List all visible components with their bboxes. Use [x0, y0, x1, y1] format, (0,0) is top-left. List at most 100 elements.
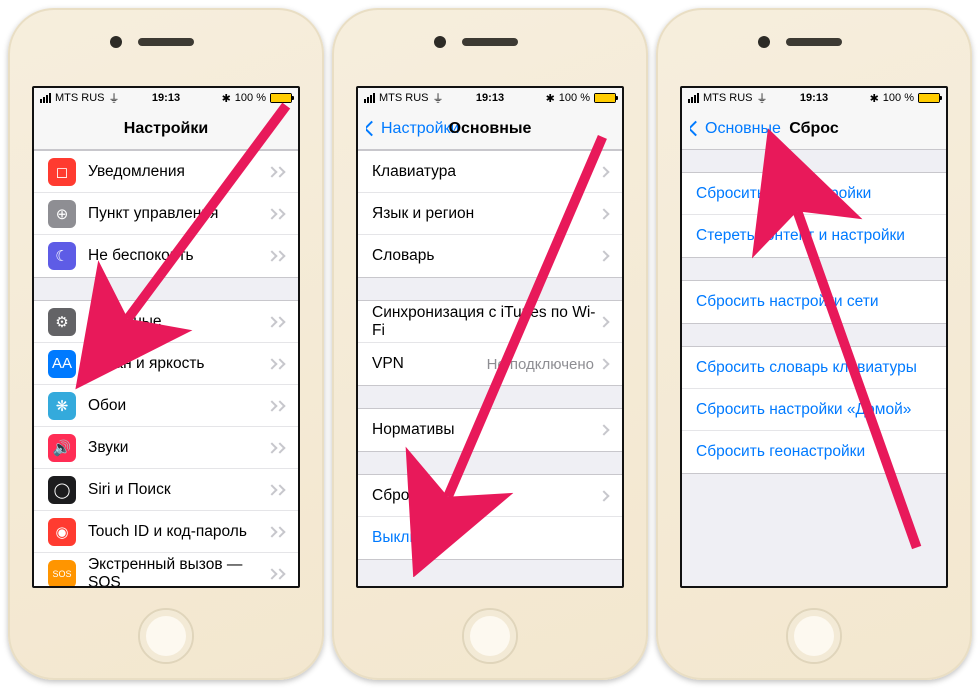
home-button[interactable] — [138, 608, 194, 664]
status-time: 19:13 — [152, 92, 180, 104]
list-row[interactable]: Выключить — [358, 517, 622, 559]
row-label: Touch ID и код-пароль — [88, 523, 268, 541]
list-row[interactable]: ◻︎ Уведомления — [34, 151, 298, 193]
chevron-right-icon — [274, 358, 285, 369]
list-row[interactable]: Клавиатура — [358, 151, 622, 193]
row-label: Не беспокоить — [88, 247, 268, 265]
page-title: Настройки — [124, 120, 208, 138]
chevron-left-icon — [690, 121, 703, 137]
battery-pct: 100 % — [235, 92, 266, 104]
status-time: 19:13 — [800, 92, 828, 104]
page-title: Основные — [449, 120, 532, 138]
list-row[interactable]: Синхронизация с iTunes по Wi-Fi — [358, 301, 622, 343]
siri-icon: ◯ — [48, 476, 76, 504]
home-button[interactable] — [786, 608, 842, 664]
screen: MTS RUS ⏚ 19:13 ✱ 100 % Настройки ◻︎ Увед… — [32, 86, 300, 588]
list-row[interactable]: AA Экран и яркость — [34, 343, 298, 385]
row-label: Нормативы — [372, 421, 600, 439]
wallpaper-icon: ❋ — [48, 392, 76, 420]
chevron-right-icon — [598, 316, 609, 327]
row-label: Экстренный вызов — SOS — [88, 556, 268, 586]
front-camera — [110, 36, 122, 48]
bluetooth-icon: ✱ — [870, 92, 879, 105]
chevron-right-icon — [598, 166, 609, 177]
signal-icon — [688, 93, 699, 103]
row-label: Клавиатура — [372, 163, 600, 181]
list-row[interactable]: ◉ Touch ID и код-пароль — [34, 511, 298, 553]
row-value: Не подключено — [487, 356, 594, 373]
list-row[interactable]: Язык и регион — [358, 193, 622, 235]
carrier-name: MTS RUS — [703, 92, 753, 104]
list-row[interactable]: Сбросить настройки «Домой» — [682, 389, 946, 431]
notifications-icon: ◻︎ — [48, 158, 76, 186]
bluetooth-icon: ✱ — [222, 92, 231, 105]
battery-icon — [594, 93, 616, 103]
list-row[interactable]: ⊕Пункт управления — [34, 193, 298, 235]
do-not-disturb-icon: ☾ — [48, 242, 76, 270]
screen: MTS RUS ⏚ 19:13 ✱ 100 % Настройки Основн… — [356, 86, 624, 588]
bluetooth-icon: ✱ — [546, 92, 555, 105]
chevron-right-icon — [274, 166, 285, 177]
back-button[interactable]: Основные — [690, 120, 781, 138]
list-row[interactable]: Нормативы — [358, 409, 622, 451]
list-row[interactable]: 🔊 Звуки — [34, 427, 298, 469]
chevron-right-icon — [274, 526, 285, 537]
chevron-right-icon — [274, 208, 285, 219]
list-row[interactable]: ☾ Не беспокоить — [34, 235, 298, 277]
phone-settings: MTS RUS ⏚ 19:13 ✱ 100 % Настройки ◻︎ Увед… — [8, 8, 324, 680]
row-label: Экран и яркость — [88, 355, 268, 373]
earpiece — [462, 38, 518, 46]
list-row[interactable]: Сбросить настройки сети — [682, 281, 946, 323]
back-button[interactable]: Настройки — [366, 120, 459, 138]
row-label: VPN — [372, 355, 487, 373]
battery-pct: 100 % — [883, 92, 914, 104]
general-body[interactable]: Клавиатура Язык и регион Словарь Синхрониз… — [358, 150, 622, 586]
screen: MTS RUS ⏚ 19:13 ✱ 100 % Основные Сброс С… — [680, 86, 948, 588]
reset-body[interactable]: Сбросить все настройки Стереть контент и … — [682, 150, 946, 586]
chevron-right-icon — [598, 358, 609, 369]
battery-pct: 100 % — [559, 92, 590, 104]
list-row[interactable]: Сброс — [358, 475, 622, 517]
row-label: Словарь — [372, 247, 600, 265]
navbar: Настройки Основные — [358, 108, 622, 150]
row-label: Siri и Поиск — [88, 481, 268, 499]
list-row[interactable]: ◯ Siri и Поиск — [34, 469, 298, 511]
row-label: Звуки — [88, 439, 268, 457]
home-button[interactable] — [462, 608, 518, 664]
chevron-right-icon — [598, 490, 609, 501]
battery-icon — [918, 93, 940, 103]
settings-body[interactable]: ◻︎ Уведомления ⊕Пункт управления ☾ Не беспок… — [34, 150, 298, 586]
list-row[interactable]: Стереть контент и настройки — [682, 215, 946, 257]
signal-icon — [364, 93, 375, 103]
front-camera — [434, 36, 446, 48]
touchid-icon: ◉ — [48, 518, 76, 546]
chevron-right-icon — [274, 250, 285, 261]
carrier-name: MTS RUS — [55, 92, 105, 104]
row-label: Стереть контент и настройки — [696, 227, 932, 245]
back-label: Основные — [705, 120, 781, 138]
carrier-name: MTS RUS — [379, 92, 429, 104]
page-title: Сброс — [789, 120, 838, 138]
row-label: Основные — [88, 313, 268, 331]
row-label: Обои — [88, 397, 268, 415]
wifi-icon: ⏚ — [433, 90, 444, 106]
row-label: Сбросить геонастройки — [696, 443, 932, 461]
battery-icon — [270, 93, 292, 103]
sounds-icon: 🔊 — [48, 434, 76, 462]
list-row[interactable]: Сбросить все настройки — [682, 173, 946, 215]
wifi-icon: ⏚ — [757, 90, 768, 106]
list-row[interactable]: SOSЭкстренный вызов — SOS — [34, 553, 298, 586]
list-row[interactable]: VPNНе подключено — [358, 343, 622, 385]
list-row[interactable]: Сбросить геонастройки — [682, 431, 946, 473]
front-camera — [758, 36, 770, 48]
list-row[interactable]: Сбросить словарь клавиатуры — [682, 347, 946, 389]
list-row[interactable]: Словарь — [358, 235, 622, 277]
list-row[interactable]: ❋ Обои — [34, 385, 298, 427]
row-label: Уведомления — [88, 163, 268, 181]
display-icon: AA — [48, 350, 76, 378]
list-row[interactable]: ⚙︎Основные — [34, 301, 298, 343]
navbar: Настройки — [34, 108, 298, 150]
chevron-right-icon — [274, 568, 285, 579]
chevron-right-icon — [274, 442, 285, 453]
wifi-icon: ⏚ — [109, 90, 120, 106]
